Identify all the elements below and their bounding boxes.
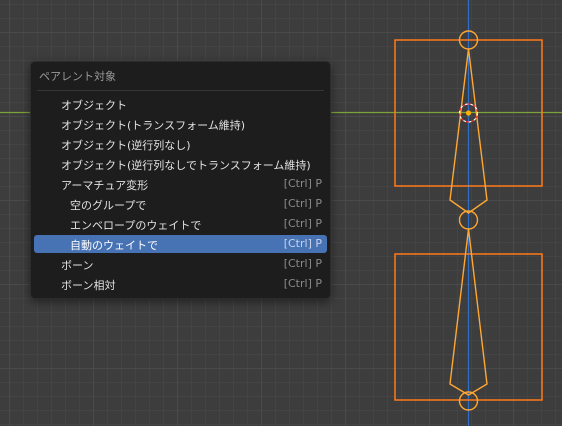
menu-item-object-keep-transform[interactable]: オブジェクト(トランスフォーム維持) xyxy=(34,115,327,133)
menu-item-label: ボーン xyxy=(61,259,94,272)
menu-item-shortcut: [Ctrl] P xyxy=(283,197,322,210)
parent-to-menu: ペアレント対象 オブジェクトオブジェクト(トランスフォーム維持) オブジェクト(逆… xyxy=(30,61,331,299)
menu-item-shortcut: [Ctrl] P xyxy=(283,257,322,270)
menu-item-shortcut: [Ctrl] P xyxy=(283,177,322,190)
menu-title: ペアレント対象 xyxy=(39,70,116,83)
menu-item-object[interactable]: オブジェクト xyxy=(34,95,327,113)
menu-item-with-empty-groups[interactable]: 空のグループで [Ctrl] P xyxy=(34,195,327,213)
menu-item-label: アーマチュア変形 xyxy=(61,179,149,192)
menu-item-with-envelope-weights[interactable]: エンベロープのウェイトで [Ctrl] P xyxy=(34,215,327,233)
menu-item-label: オブジェクト(逆行列なし) xyxy=(61,139,191,152)
menu-item-armature-deform[interactable]: アーマチュア変形 [Ctrl] P xyxy=(34,175,327,193)
menu-item-shortcut: [Ctrl] P xyxy=(283,237,322,250)
menu-item-shortcut: [Ctrl] P xyxy=(283,277,322,290)
menu-item-shortcut: [Ctrl] P xyxy=(283,217,322,230)
menu-item-label: 自動のウェイトで xyxy=(70,239,158,252)
menu-item-label: オブジェクト xyxy=(61,99,127,112)
menu-item-label: オブジェクト(逆行列なしでトランスフォーム維持) xyxy=(61,159,311,172)
menu-item-object-without-inverse[interactable]: オブジェクト(逆行列なし) xyxy=(34,135,327,153)
menu-item-bone[interactable]: ボーン [Ctrl] P xyxy=(34,255,327,273)
menu-item-bone-relative[interactable]: ボーン相対 [Ctrl] P xyxy=(34,275,327,293)
menu-item-with-automatic-weights[interactable]: 自動のウェイトで [Ctrl] P xyxy=(34,235,327,253)
menu-item-object-keep-transform-without-inverse[interactable]: オブジェクト(逆行列なしでトランスフォーム維持) xyxy=(34,155,327,173)
menu-item-label: ボーン相対 xyxy=(61,279,116,292)
menu-item-label: エンベロープのウェイトで xyxy=(70,219,202,232)
menu-item-label: 空のグループで xyxy=(70,199,147,212)
menu-item-label: オブジェクト(トランスフォーム維持) xyxy=(61,119,246,132)
menu-separator xyxy=(37,90,324,91)
